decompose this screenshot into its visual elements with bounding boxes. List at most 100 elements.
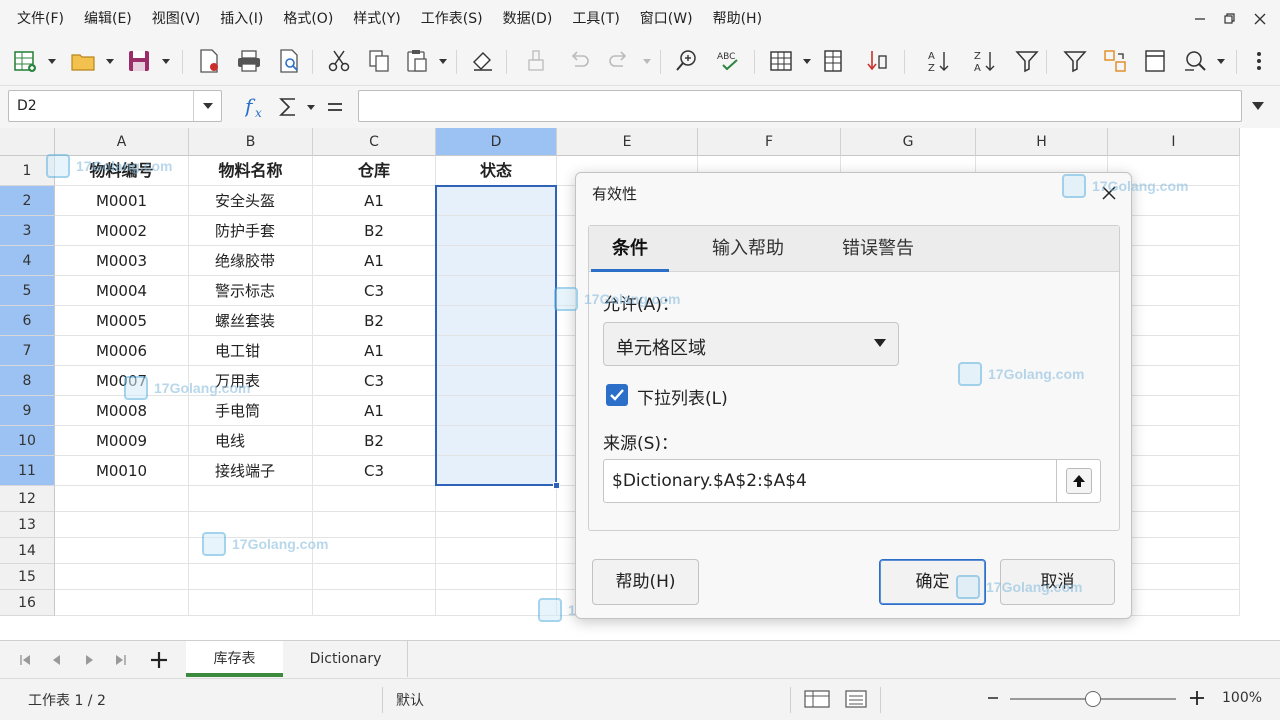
menu-help[interactable]: 帮助(H)	[703, 0, 772, 38]
tab-error-alert[interactable]: 错误警告	[821, 226, 935, 272]
cell-c10[interactable]: B2	[313, 426, 436, 456]
cell-d9[interactable]	[436, 396, 557, 426]
cell-a16[interactable]	[55, 590, 189, 616]
sheet-tab-dictionary[interactable]: Dictionary	[284, 641, 408, 677]
standard-filter-button[interactable]	[1058, 44, 1092, 78]
cell-a3[interactable]: M0002	[55, 216, 189, 246]
ok-button[interactable]: 确定	[879, 559, 986, 605]
paste-button[interactable]	[400, 44, 434, 78]
cell-a11[interactable]: M0010	[55, 456, 189, 486]
zoom-in-button[interactable]	[1188, 689, 1206, 711]
column-header-b[interactable]: B	[189, 128, 313, 156]
first-sheet-button[interactable]	[14, 649, 36, 671]
function-wizard-button[interactable]: fx	[244, 92, 268, 122]
cell-b13[interactable]	[189, 512, 313, 538]
cell-a10[interactable]: M0009	[55, 426, 189, 456]
row-header-10[interactable]: 10	[0, 426, 55, 456]
row-header-8[interactable]: 8	[0, 366, 55, 396]
cell-c1[interactable]: 仓库	[313, 156, 436, 186]
shrink-source-button[interactable]	[1056, 460, 1100, 502]
zoom-out-button[interactable]	[986, 691, 1000, 709]
undo-button[interactable]	[562, 44, 596, 78]
row-header-13[interactable]: 13	[0, 512, 55, 538]
zoom-dropdown[interactable]	[1214, 52, 1228, 70]
cell-c4[interactable]: A1	[313, 246, 436, 276]
cell-a8[interactable]: M0007	[55, 366, 189, 396]
autofilter-button[interactable]	[1010, 44, 1044, 78]
source-input[interactable]: $Dictionary.$A$2:$A$4	[603, 459, 1101, 503]
save-dropdown[interactable]	[159, 52, 173, 70]
tab-criteria[interactable]: 条件	[591, 226, 669, 272]
cell-a15[interactable]	[55, 564, 189, 590]
previous-sheet-button[interactable]	[46, 649, 68, 671]
name-box[interactable]: D2	[8, 90, 222, 122]
cell-c12[interactable]	[313, 486, 436, 512]
cell-b3[interactable]: 防护手套	[189, 216, 313, 246]
cell-d5[interactable]	[436, 276, 557, 306]
cell-b6[interactable]: 螺丝套装	[189, 306, 313, 336]
allow-select[interactable]: 单元格区域	[603, 322, 899, 366]
sort-descending-button[interactable]: ZA	[968, 44, 1002, 78]
cell-d4[interactable]	[436, 246, 557, 276]
row-dropdown[interactable]	[800, 52, 814, 70]
sheet-tab-inventory[interactable]: 库存表	[186, 641, 283, 677]
cell-d13[interactable]	[436, 512, 557, 538]
tab-input-help[interactable]: 输入帮助	[693, 226, 803, 272]
clear-direct-formatting-button[interactable]	[520, 44, 554, 78]
cell-a13[interactable]	[55, 512, 189, 538]
column-header-a[interactable]: A	[55, 128, 189, 156]
cell-c3[interactable]: B2	[313, 216, 436, 246]
zoom-slider[interactable]	[1010, 691, 1176, 707]
cell-d14[interactable]	[436, 538, 557, 564]
cell-c9[interactable]: A1	[313, 396, 436, 426]
print-button[interactable]	[232, 44, 266, 78]
cell-d7[interactable]	[436, 336, 557, 366]
menu-edit[interactable]: 编辑(E)	[74, 0, 142, 38]
cell-b10[interactable]: 电线	[189, 426, 313, 456]
row-header-3[interactable]: 3	[0, 216, 55, 246]
cell-d6[interactable]	[436, 306, 557, 336]
cell-a5[interactable]: M0004	[55, 276, 189, 306]
cell-d10[interactable]	[436, 426, 557, 456]
cell-c2[interactable]: A1	[313, 186, 436, 216]
export-pdf-button[interactable]	[192, 44, 226, 78]
menu-format[interactable]: 格式(O)	[273, 0, 343, 38]
column-header-g[interactable]: G	[841, 128, 976, 156]
redo-button[interactable]	[602, 44, 636, 78]
cell-c16[interactable]	[313, 590, 436, 616]
menu-styles[interactable]: 样式(Y)	[343, 0, 410, 38]
cell-c8[interactable]: C3	[313, 366, 436, 396]
menu-view[interactable]: 视图(V)	[142, 0, 211, 38]
zoom-slider-thumb[interactable]	[1085, 691, 1101, 707]
paste-dropdown[interactable]	[436, 52, 450, 70]
last-sheet-button[interactable]	[110, 649, 132, 671]
cell-a1[interactable]: 物料编号	[55, 156, 189, 186]
new-dropdown[interactable]	[45, 52, 59, 70]
column-header-f[interactable]: F	[698, 128, 841, 156]
menu-data[interactable]: 数据(D)	[493, 0, 563, 38]
zoom-level[interactable]: 100%	[1222, 690, 1262, 706]
copy-button[interactable]	[362, 44, 396, 78]
row-header-11[interactable]: 11	[0, 456, 55, 486]
page-break-view-button[interactable]	[844, 689, 868, 713]
cell-a14[interactable]	[55, 538, 189, 564]
new-spreadsheet-button[interactable]	[8, 44, 42, 78]
close-window-button[interactable]	[1242, 0, 1278, 38]
cell-d15[interactable]	[436, 564, 557, 590]
cell-b12[interactable]	[189, 486, 313, 512]
row-button[interactable]	[764, 44, 798, 78]
row-header-12[interactable]: 12	[0, 486, 55, 512]
row-header-7[interactable]: 7	[0, 336, 55, 366]
cut-button[interactable]	[322, 44, 356, 78]
sum-button[interactable]	[276, 92, 300, 122]
cell-c11[interactable]: C3	[313, 456, 436, 486]
sort-ascending-button[interactable]: AZ	[922, 44, 956, 78]
cell-b9[interactable]: 手电筒	[189, 396, 313, 426]
next-sheet-button[interactable]	[78, 649, 100, 671]
cell-d11[interactable]	[436, 456, 557, 486]
redo-dropdown[interactable]	[640, 52, 654, 70]
column-header-d[interactable]: D	[436, 128, 557, 156]
row-header-2[interactable]: 2	[0, 186, 55, 216]
cell-a9[interactable]: M0008	[55, 396, 189, 426]
cell-c6[interactable]: B2	[313, 306, 436, 336]
